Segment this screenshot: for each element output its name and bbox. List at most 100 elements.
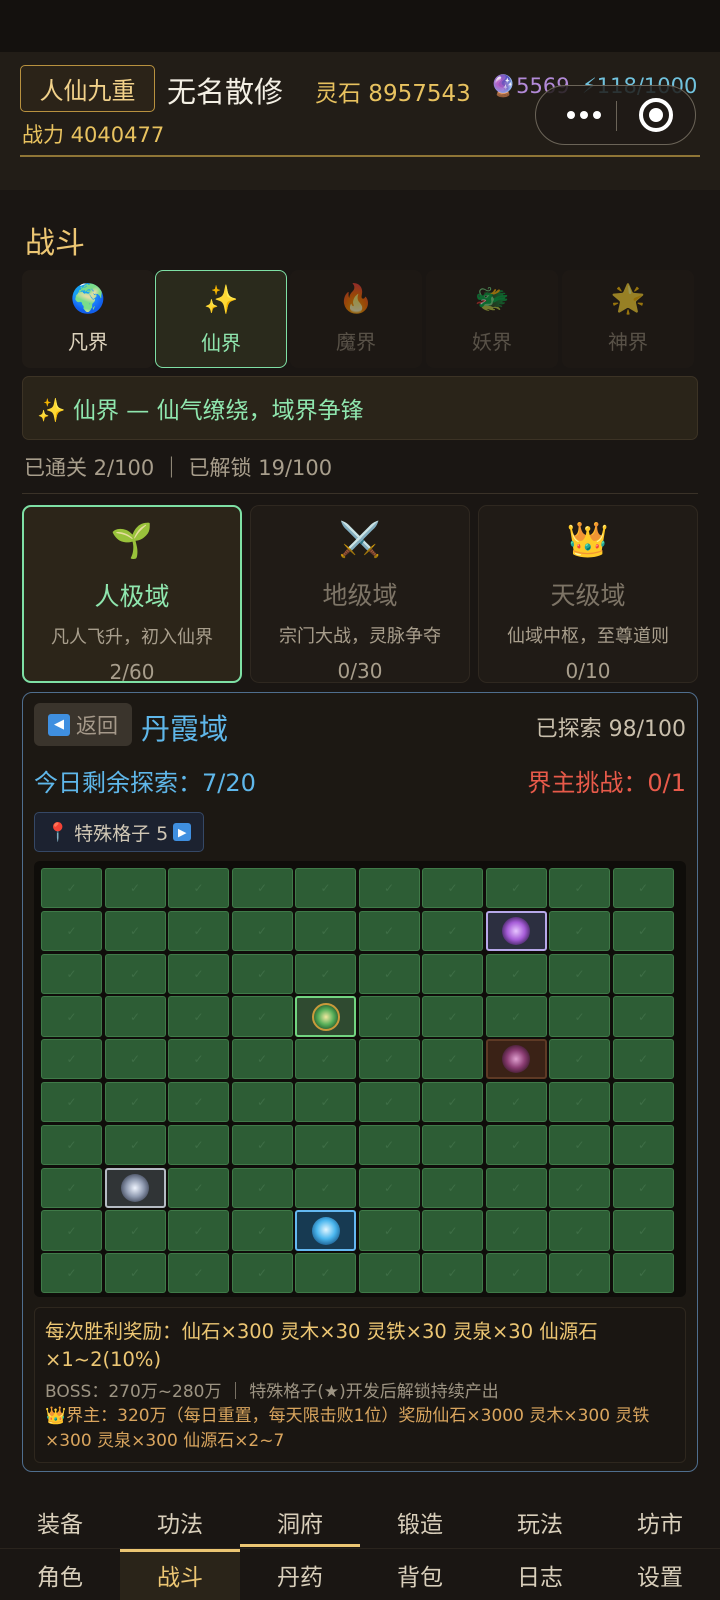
explored-cell[interactable]: ✓ [549, 996, 610, 1037]
explored-cell[interactable]: ✓ [422, 1167, 483, 1208]
special-cells-button[interactable]: 📍 特殊格子 5 ▶ [34, 812, 204, 852]
special-cell[interactable] [104, 1167, 166, 1208]
nav-settings[interactable]: 设置 [600, 1549, 720, 1600]
explored-cell[interactable]: ✓ [168, 1039, 229, 1080]
explored-cell[interactable]: ✓ [168, 1167, 229, 1208]
explored-cell[interactable]: ✓ [41, 1253, 102, 1294]
nav-equipment[interactable]: 装备 [0, 1497, 120, 1547]
explored-cell[interactable]: ✓ [549, 910, 610, 952]
explored-cell[interactable]: ✓ [231, 1253, 293, 1294]
explored-cell[interactable]: ✓ [485, 953, 547, 994]
explored-cell[interactable]: ✓ [168, 953, 229, 994]
explored-cell[interactable]: ✓ [358, 953, 420, 994]
tab-god-realm[interactable]: 🌟 神界 [562, 270, 694, 368]
domain-card-heaven[interactable]: 👑 天级域 仙域中枢，至尊道则 0/10 [478, 505, 698, 683]
special-cell[interactable] [485, 1039, 547, 1080]
tab-mortal-realm[interactable]: 🌍 凡界 [22, 270, 154, 368]
explored-cell[interactable]: ✓ [422, 996, 483, 1037]
explored-cell[interactable]: ✓ [485, 996, 547, 1037]
explored-cell[interactable]: ✓ [295, 953, 356, 994]
explored-cell[interactable]: ✓ [485, 1210, 547, 1251]
explored-cell[interactable]: ✓ [549, 1253, 610, 1294]
explored-cell[interactable]: ✓ [41, 953, 102, 994]
explored-cell[interactable]: ✓ [168, 1081, 229, 1123]
explored-cell[interactable]: ✓ [358, 868, 420, 909]
explored-cell[interactable]: ✓ [295, 1124, 356, 1166]
explored-cell[interactable]: ✓ [485, 1167, 547, 1208]
explored-cell[interactable]: ✓ [422, 1081, 483, 1123]
explored-cell[interactable]: ✓ [231, 996, 293, 1037]
explored-cell[interactable]: ✓ [485, 1081, 547, 1123]
explored-cell[interactable]: ✓ [231, 868, 293, 909]
explored-cell[interactable]: ✓ [358, 1253, 420, 1294]
nav-battle[interactable]: 战斗 [120, 1549, 240, 1600]
explored-cell[interactable]: ✓ [549, 868, 610, 909]
explored-cell[interactable]: ✓ [549, 1039, 610, 1080]
explored-cell[interactable]: ✓ [422, 868, 483, 909]
explored-cell[interactable]: ✓ [41, 868, 102, 909]
explored-cell[interactable]: ✓ [295, 910, 356, 952]
explored-cell[interactable]: ✓ [168, 868, 229, 909]
nav-bag[interactable]: 背包 [360, 1549, 480, 1600]
explored-cell[interactable]: ✓ [549, 953, 610, 994]
explored-cell[interactable]: ✓ [104, 1081, 166, 1123]
explored-cell[interactable]: ✓ [41, 1167, 102, 1208]
nav-market[interactable]: 坊市 [600, 1497, 720, 1547]
explored-cell[interactable]: ✓ [358, 1124, 420, 1166]
explored-cell[interactable]: ✓ [358, 1039, 420, 1080]
explored-cell[interactable]: ✓ [485, 868, 547, 909]
explored-cell[interactable]: ✓ [612, 1167, 674, 1208]
back-button[interactable]: ◀ 返回 [34, 703, 132, 746]
explored-cell[interactable]: ✓ [231, 910, 293, 952]
explored-cell[interactable]: ✓ [41, 1081, 102, 1123]
explored-cell[interactable]: ✓ [104, 1210, 166, 1251]
more-icon[interactable] [555, 86, 613, 144]
explored-cell[interactable]: ✓ [41, 1124, 102, 1166]
explored-cell[interactable]: ✓ [231, 1039, 293, 1080]
explored-cell[interactable]: ✓ [168, 996, 229, 1037]
tab-immortal-realm[interactable]: ✨ 仙界 [155, 270, 287, 368]
nav-log[interactable]: 日志 [480, 1549, 600, 1600]
nav-character[interactable]: 角色 [0, 1549, 120, 1600]
explored-cell[interactable]: ✓ [485, 1253, 547, 1294]
explored-cell[interactable]: ✓ [549, 1210, 610, 1251]
explored-cell[interactable]: ✓ [41, 1039, 102, 1080]
explored-cell[interactable]: ✓ [41, 1210, 102, 1251]
explored-cell[interactable]: ✓ [358, 996, 420, 1037]
explored-cell[interactable]: ✓ [422, 1124, 483, 1166]
explored-cell[interactable]: ✓ [295, 1039, 356, 1080]
explored-cell[interactable]: ✓ [41, 996, 102, 1037]
explored-cell[interactable]: ✓ [104, 953, 166, 994]
explored-cell[interactable]: ✓ [168, 1253, 229, 1294]
explored-cell[interactable]: ✓ [231, 1124, 293, 1166]
explored-cell[interactable]: ✓ [168, 910, 229, 952]
explored-cell[interactable]: ✓ [485, 1124, 547, 1166]
explored-cell[interactable]: ✓ [358, 1210, 420, 1251]
special-cell[interactable] [485, 910, 547, 952]
explored-cell[interactable]: ✓ [612, 1124, 674, 1166]
explored-cell[interactable]: ✓ [612, 910, 674, 952]
explored-cell[interactable]: ✓ [358, 1167, 420, 1208]
nav-pills[interactable]: 丹药 [240, 1549, 360, 1600]
explored-cell[interactable]: ✓ [612, 868, 674, 909]
explored-cell[interactable]: ✓ [612, 1253, 674, 1294]
explored-cell[interactable]: ✓ [422, 910, 483, 952]
explored-cell[interactable]: ✓ [549, 1167, 610, 1208]
explored-cell[interactable]: ✓ [549, 1081, 610, 1123]
explored-cell[interactable]: ✓ [295, 1253, 356, 1294]
explored-cell[interactable]: ✓ [358, 910, 420, 952]
explored-cell[interactable]: ✓ [612, 1081, 674, 1123]
nav-cave[interactable]: 洞府 [240, 1497, 360, 1547]
explored-cell[interactable]: ✓ [104, 996, 166, 1037]
explored-cell[interactable]: ✓ [422, 1210, 483, 1251]
explored-cell[interactable]: ✓ [422, 1039, 483, 1080]
nav-gameplay[interactable]: 玩法 [480, 1497, 600, 1547]
explored-cell[interactable]: ✓ [549, 1124, 610, 1166]
nav-skills[interactable]: 功法 [120, 1497, 240, 1547]
explored-cell[interactable]: ✓ [231, 953, 293, 994]
explored-cell[interactable]: ✓ [168, 1124, 229, 1166]
explored-cell[interactable]: ✓ [295, 868, 356, 909]
explored-cell[interactable]: ✓ [422, 953, 483, 994]
special-cell[interactable] [295, 1210, 356, 1251]
boss-challenge-count[interactable]: 界主挑战：0/1 [527, 763, 686, 798]
